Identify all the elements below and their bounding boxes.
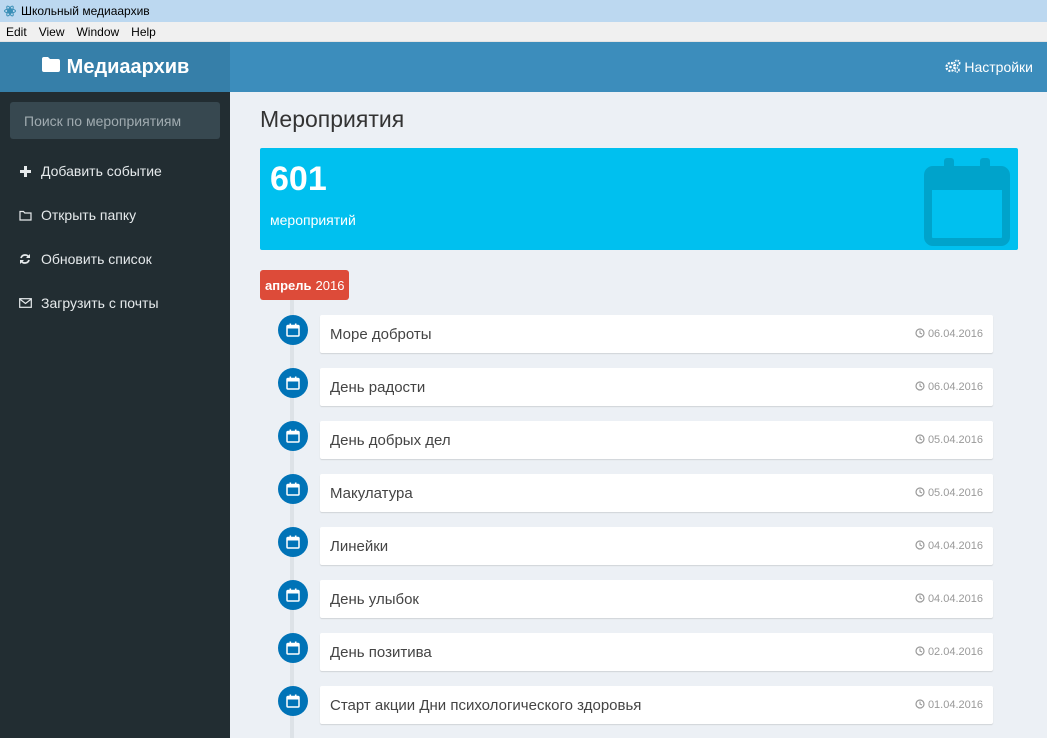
event-title: Линейки <box>330 537 389 555</box>
event-date-text: 04.04.2016 <box>927 540 983 552</box>
calendar-icon <box>278 686 308 716</box>
timeline-item: День добрых дел 05.04.2016 <box>278 421 993 459</box>
calendar-icon <box>278 315 308 345</box>
menu-edit[interactable]: Edit <box>0 25 33 39</box>
menu-window[interactable]: Window <box>70 25 125 39</box>
calendar-icon <box>278 421 308 451</box>
folder-open-icon <box>18 208 32 222</box>
sidebar-item-load-mail[interactable]: Загрузить с почты <box>0 281 230 325</box>
event-card[interactable]: День добрых дел 05.04.2016 <box>320 421 993 459</box>
events-count: 601 <box>270 160 327 198</box>
sidebar-item-label: Обновить список <box>41 251 152 267</box>
event-date: 01.04.2016 <box>915 698 983 712</box>
timeline-item: Линейки 04.04.2016 <box>278 527 993 565</box>
sidebar-item-open-folder[interactable]: Открыть папку <box>0 193 230 237</box>
event-date: 06.04.2016 <box>915 380 983 394</box>
event-date-text: 05.04.2016 <box>927 434 983 446</box>
calendar-icon <box>278 633 308 663</box>
event-date-text: 04.04.2016 <box>927 593 983 605</box>
event-date-text: 02.04.2016 <box>927 646 983 658</box>
sidebar-item-label: Добавить событие <box>41 163 162 179</box>
sidebar-item-refresh[interactable]: Обновить список <box>0 237 230 281</box>
settings-link[interactable]: Настройки <box>964 59 1033 75</box>
window-title: Школьный медиаархив <box>21 4 150 18</box>
event-card[interactable]: День позитива 02.04.2016 <box>320 633 993 671</box>
event-title: День радости <box>330 378 426 396</box>
event-date-text: 06.04.2016 <box>927 328 983 340</box>
menu-help[interactable]: Help <box>125 25 162 39</box>
clock-icon <box>915 433 925 447</box>
calendar-icon <box>278 580 308 610</box>
folder-icon <box>41 56 61 79</box>
sidebar-menu: Добавить событие Открыть папку Обновить … <box>0 149 230 325</box>
brand-title: Медиаархив <box>66 55 190 78</box>
event-card[interactable]: День радости 06.04.2016 <box>320 368 993 406</box>
event-card[interactable]: Макулатура 05.04.2016 <box>320 474 993 512</box>
event-date: 05.04.2016 <box>915 433 983 447</box>
clock-icon <box>915 592 925 606</box>
events-count-box: 601 мероприятий <box>260 148 1018 250</box>
calendar-icon <box>278 368 308 398</box>
sidebar-item-add-event[interactable]: Добавить событие <box>0 149 230 193</box>
envelope-icon <box>18 296 32 310</box>
sidebar-item-label: Загрузить с почты <box>41 295 159 311</box>
event-title: День позитива <box>330 643 432 661</box>
timeline-item: Старт акции Дни психологического здоровь… <box>278 686 993 724</box>
clock-icon <box>915 486 925 500</box>
event-card[interactable]: Море доброты 06.04.2016 <box>320 315 993 353</box>
plus-icon <box>18 164 32 178</box>
calendar-icon <box>278 474 308 504</box>
event-title: Старт акции Дни психологического здоровь… <box>330 696 642 714</box>
clock-icon <box>915 645 925 659</box>
month-name: апрель <box>265 277 312 293</box>
top-navbar: Настройки <box>230 42 1047 92</box>
search-input[interactable] <box>10 102 220 139</box>
menu-bar: Edit View Window Help <box>0 22 1047 42</box>
refresh-icon <box>18 252 32 266</box>
sidebar-item-label: Открыть папку <box>41 207 137 223</box>
menu-view[interactable]: View <box>33 25 71 39</box>
timeline-line <box>290 300 294 738</box>
timeline-item: День улыбок 04.04.2016 <box>278 580 993 618</box>
app-icon <box>4 5 16 17</box>
page-title: Мероприятия <box>260 106 405 132</box>
timeline-item: День радости 06.04.2016 <box>278 368 993 406</box>
event-date-text: 01.04.2016 <box>927 699 983 711</box>
event-card[interactable]: Старт акции Дни психологического здоровь… <box>320 686 993 724</box>
window-titlebar: Школьный медиаархив <box>0 0 1047 22</box>
month-year: 2016 <box>315 277 345 293</box>
timeline-item: Море доброты 06.04.2016 <box>278 315 993 353</box>
event-date: 02.04.2016 <box>915 645 983 659</box>
sidebar: Добавить событие Открыть папку Обновить … <box>0 92 230 738</box>
clock-icon <box>915 327 925 341</box>
calendar-icon <box>924 156 1010 250</box>
clock-icon <box>915 380 925 394</box>
event-date-text: 05.04.2016 <box>927 487 983 499</box>
events-count-label: мероприятий <box>270 212 356 228</box>
brand-logo[interactable]: Медиаархив <box>0 42 230 92</box>
event-date: 04.04.2016 <box>915 539 983 553</box>
timeline-item: День позитива 02.04.2016 <box>278 633 993 671</box>
event-title: День добрых дел <box>330 431 451 449</box>
calendar-icon <box>278 527 308 557</box>
event-card[interactable]: Линейки 04.04.2016 <box>320 527 993 565</box>
event-date: 04.04.2016 <box>915 592 983 606</box>
clock-icon <box>915 698 925 712</box>
event-date-text: 06.04.2016 <box>927 381 983 393</box>
event-title: День улыбок <box>330 590 419 608</box>
event-date: 06.04.2016 <box>915 327 983 341</box>
event-card[interactable]: День улыбок 04.04.2016 <box>320 580 993 618</box>
event-title: Море доброты <box>330 325 432 343</box>
timeline-item: Макулатура 05.04.2016 <box>278 474 993 512</box>
gears-icon <box>945 59 961 76</box>
clock-icon <box>915 539 925 553</box>
event-title: Макулатура <box>330 484 413 502</box>
event-date: 05.04.2016 <box>915 486 983 500</box>
month-badge: апрель 2016 <box>260 270 350 300</box>
